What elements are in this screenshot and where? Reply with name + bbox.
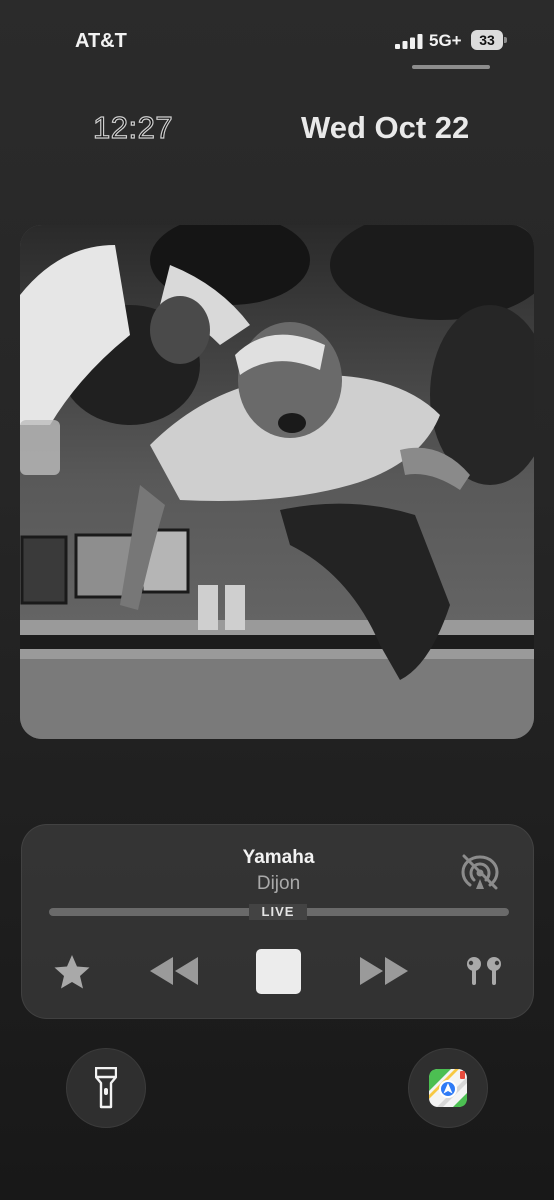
lock-time: 12:27 (92, 109, 174, 145)
flashlight-icon (95, 1067, 117, 1109)
control-center-grabber[interactable] (412, 65, 490, 69)
rewind-icon (150, 957, 198, 985)
audio-output-button[interactable] (460, 951, 508, 991)
lock-date: Wed Oct 22 (301, 110, 470, 145)
favorite-button[interactable] (50, 950, 94, 994)
signal-bars-icon (395, 34, 423, 49)
fast-forward-button[interactable] (356, 951, 412, 991)
star-icon (54, 955, 90, 989)
now-playing-widget[interactable]: Yamaha Dijon LIVE (21, 824, 534, 1019)
rewind-button[interactable] (146, 951, 202, 991)
song-artist[interactable]: Dijon (22, 873, 535, 895)
status-bar: AT&T 5G+ 33 (0, 0, 554, 80)
album-artwork[interactable] (20, 225, 534, 739)
network-type: 5G+ (429, 31, 462, 50)
flashlight-button[interactable] (66, 1048, 146, 1128)
stop-button[interactable] (254, 947, 302, 995)
airplay-off-icon[interactable] (460, 853, 500, 891)
album-artwork-image (20, 225, 534, 739)
fast-forward-icon (360, 957, 408, 985)
battery-tip (504, 37, 507, 43)
maps-button[interactable] (408, 1048, 488, 1128)
battery-icon: 33 (471, 30, 507, 50)
airpods-icon (467, 957, 501, 985)
stop-icon (255, 948, 301, 994)
live-label: LIVE (249, 904, 307, 920)
maps-icon (429, 1069, 467, 1107)
battery-level: 33 (471, 30, 503, 50)
song-title[interactable]: Yamaha (22, 847, 535, 869)
carrier-label: AT&T (75, 30, 127, 52)
